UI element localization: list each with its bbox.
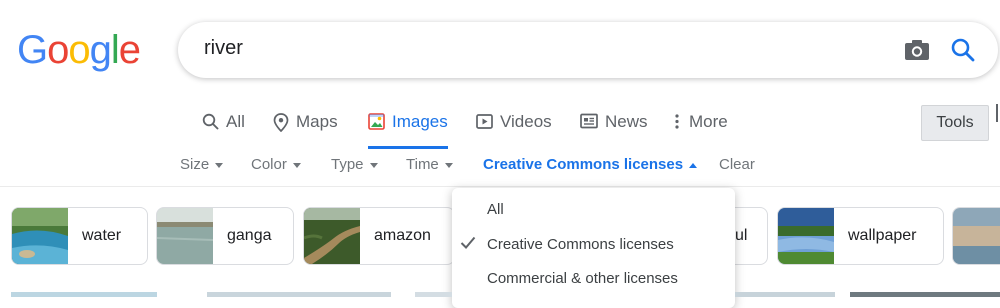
caret-up-icon xyxy=(689,162,698,168)
tab-label: All xyxy=(226,112,245,131)
filter-label: Color xyxy=(251,156,287,173)
filter-color[interactable]: Color xyxy=(251,156,301,173)
filter-label: Creative Commons licenses xyxy=(483,156,684,173)
tab-images[interactable]: Images xyxy=(368,112,448,149)
tab-label: Maps xyxy=(296,112,338,131)
logo-letter: G xyxy=(17,28,48,72)
tab-label: News xyxy=(605,112,648,131)
filter-label: Clear xyxy=(719,156,755,173)
tab-label: More xyxy=(689,112,728,131)
search-box[interactable] xyxy=(178,22,998,78)
more-vertical-icon xyxy=(675,114,679,129)
chip-label: ganga xyxy=(227,227,272,244)
logo-letter: o xyxy=(47,28,69,72)
logo-letter: g xyxy=(89,28,112,72)
chip-thumbnail xyxy=(953,208,1000,264)
google-logo[interactable]: Google xyxy=(17,28,141,73)
result-thumbnail[interactable] xyxy=(735,292,835,297)
chip-thumbnail xyxy=(304,208,360,264)
result-thumbnail[interactable] xyxy=(207,292,391,297)
checkmark-icon xyxy=(460,236,476,249)
caret-down-icon xyxy=(369,162,378,168)
tools-button[interactable]: Tools xyxy=(921,105,989,141)
related-chip-water[interactable]: water xyxy=(11,207,148,265)
caret-down-icon xyxy=(215,162,224,168)
filter-size[interactable]: Size xyxy=(180,156,224,173)
filter-label: Size xyxy=(180,156,210,173)
tab-label: Videos xyxy=(500,112,552,131)
dropdown-option-commercial[interactable]: Commercial & other licenses xyxy=(487,270,678,287)
filter-type[interactable]: Type xyxy=(331,156,378,173)
related-chip-ganga[interactable]: ganga xyxy=(156,207,294,265)
chip-label: water xyxy=(82,227,122,244)
filter-toolbar: Size Color Type Time Creative Commons li… xyxy=(0,150,1000,180)
result-thumbnail[interactable] xyxy=(850,292,1000,297)
chip-label: wallpaper xyxy=(848,227,917,244)
dropdown-option-creative-commons[interactable]: Creative Commons licenses xyxy=(487,236,674,253)
logo-letter: l xyxy=(110,28,120,72)
logo-letter: e xyxy=(118,28,141,72)
image-icon xyxy=(368,113,385,130)
usage-rights-dropdown: All Creative Commons licenses Commercial… xyxy=(452,188,735,308)
tab-all[interactable]: All xyxy=(202,112,245,146)
chip-thumbnail xyxy=(157,208,213,264)
filter-label: Type xyxy=(331,156,364,173)
filter-label: Time xyxy=(406,156,439,173)
filter-clear[interactable]: Clear xyxy=(719,156,755,173)
tab-more[interactable]: More xyxy=(672,112,728,146)
play-icon xyxy=(476,114,493,129)
dropdown-option-all[interactable]: All xyxy=(487,201,504,218)
search-icon xyxy=(202,113,219,130)
search-input[interactable] xyxy=(202,36,806,61)
map-pin-icon xyxy=(273,113,289,132)
tab-news[interactable]: News xyxy=(580,112,648,146)
camera-icon[interactable] xyxy=(904,38,930,62)
newspaper-icon xyxy=(580,113,598,129)
edge-indicator xyxy=(996,104,998,122)
chip-label: amazon xyxy=(374,227,431,244)
related-chip-wallpaper[interactable]: wallpaper xyxy=(777,207,944,265)
related-chip-cutoff[interactable] xyxy=(952,207,1000,265)
caret-down-icon xyxy=(444,162,453,168)
search-icon[interactable] xyxy=(950,37,976,63)
logo-letter: o xyxy=(68,28,90,72)
tab-videos[interactable]: Videos xyxy=(476,112,552,146)
toolbar-divider xyxy=(0,186,1000,187)
tab-maps[interactable]: Maps xyxy=(273,112,338,146)
result-thumbnail[interactable] xyxy=(415,292,452,297)
search-tabs: All Maps Images Videos News More xyxy=(0,100,1000,149)
chip-label: ul xyxy=(735,227,748,244)
chip-thumbnail xyxy=(778,208,834,264)
tab-label: Images xyxy=(392,112,448,131)
related-chip-amazon[interactable]: amazon xyxy=(303,207,455,265)
result-thumbnail[interactable] xyxy=(11,292,157,297)
filter-time[interactable]: Time xyxy=(406,156,453,173)
caret-down-icon xyxy=(292,162,301,168)
filter-usage-rights[interactable]: Creative Commons licenses xyxy=(483,156,698,173)
chip-thumbnail xyxy=(12,208,68,264)
